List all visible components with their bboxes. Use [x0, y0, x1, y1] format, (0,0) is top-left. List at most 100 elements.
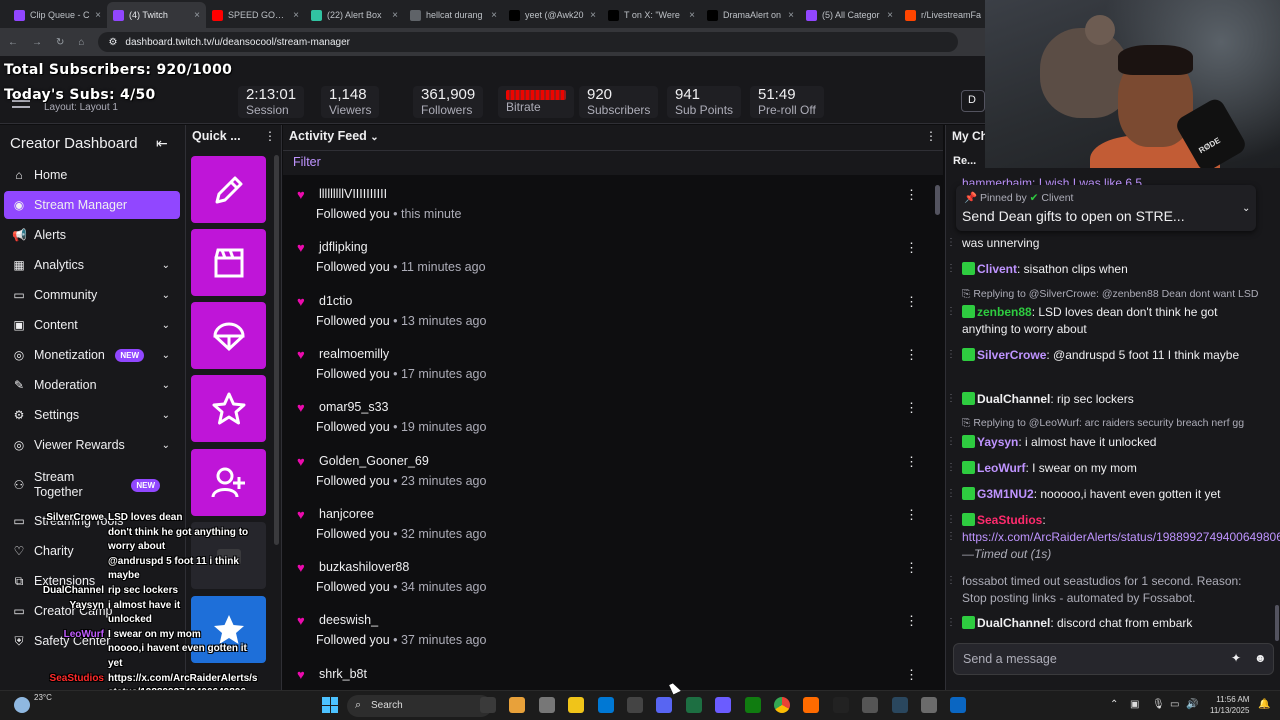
forward-icon[interactable]: → [32, 37, 42, 48]
quick-action-create-clip[interactable] [191, 229, 266, 296]
feed-item[interactable]: ♥ realmoemilly ⋮ Followed you • 17 minutes … [283, 345, 923, 398]
layout-label[interactable]: Layout: Layout 1 [44, 102, 118, 113]
chat-message[interactable]: zenben88: LSD loves dean don't think he … [962, 304, 1262, 338]
taskbar-clock[interactable]: 11:56 AM 11/13/2025 [1210, 694, 1249, 716]
tab-close-icon[interactable]: × [689, 10, 695, 21]
chat-message[interactable]: Clivent: sisathon clips when [962, 261, 1262, 278]
feed-item-more-icon[interactable]: ⋮ [905, 454, 918, 470]
chat-scrollbar[interactable] [1275, 605, 1279, 641]
chat-username[interactable]: Clivent [977, 262, 1017, 276]
feed-item-more-icon[interactable]: ⋮ [905, 613, 918, 629]
site-info-icon[interactable]: ⚙ [108, 37, 117, 48]
sidebar-item-content[interactable]: ▣ Content ⌄ [4, 311, 180, 339]
obs-icon[interactable] [862, 697, 879, 713]
pinned-message[interactable]: 📌 Pinned by ✔ Clivent Send Dean gifts to… [956, 185, 1256, 231]
chat-message[interactable]: SeaStudios: [962, 512, 1262, 529]
chat-reply-context[interactable]: ⎘ Replying to @LeoWurf: arc raiders secu… [962, 417, 1262, 430]
chat-message[interactable]: fossabot timed out seastudios for 1 seco… [962, 573, 1262, 607]
feed-item-more-icon[interactable]: ⋮ [905, 667, 918, 683]
network-icon[interactable]: ▭ [1170, 699, 1179, 710]
browser-tab[interactable]: SPEED GOES F × [206, 2, 305, 28]
notepad-icon[interactable] [950, 697, 967, 713]
filter-button[interactable]: Filter [293, 155, 321, 169]
sidebar-item-community[interactable]: ▭ Community ⌄ [4, 281, 180, 309]
feed-item-more-icon[interactable]: ⋮ [905, 294, 918, 310]
feed-item[interactable]: ♥ lllllllllVIIIIIIIIII ⋮ Followed you • thi… [283, 185, 923, 238]
browser-tab[interactable]: (5) All Categor × [800, 2, 899, 28]
quick-actions-scrollbar[interactable] [274, 155, 279, 545]
sidebar-item-moderation[interactable]: ✎ Moderation ⌄ [4, 371, 180, 399]
stat-bitrate[interactable]: Bitrate [498, 86, 574, 118]
discord-icon[interactable] [656, 697, 673, 713]
weather-widget[interactable]: 23°C [34, 693, 52, 703]
chat-message-input[interactable]: Send a message ✦ ☻ [953, 643, 1274, 675]
emote-icon[interactable]: ☻ [1254, 651, 1267, 665]
ccleaner-icon[interactable] [832, 697, 849, 713]
activity-feed-scrollbar[interactable] [935, 185, 940, 215]
chat-username[interactable]: LeoWurf [977, 461, 1025, 475]
chat-username[interactable]: SilverCrowe [977, 348, 1046, 362]
browser-tab[interactable]: (22) Alert Box × [305, 2, 404, 28]
quick-action-feature-star[interactable] [191, 375, 266, 442]
browser-tab[interactable]: yeet (@Awk20 × [503, 2, 602, 28]
tab-close-icon[interactable]: × [491, 10, 497, 21]
feed-item[interactable]: ♥ hanjcoree ⋮ Followed you • 32 minutes ago [283, 505, 923, 558]
feed-username[interactable]: buzkashilover88 [319, 560, 409, 574]
tab-close-icon[interactable]: × [590, 10, 596, 21]
chat-message[interactable]: SilverCrowe: @andruspd 5 foot 11 I think… [962, 347, 1262, 364]
quick-actions-more-icon[interactable]: ⋮ [264, 129, 276, 143]
tab-close-icon[interactable]: × [95, 10, 101, 21]
home-icon[interactable]: ⌂ [78, 37, 84, 48]
url-field[interactable]: ⚙ dashboard.twitch.tv/u/deansocool/strea… [98, 32, 959, 52]
sidebar-item-analytics[interactable]: ▦ Analytics ⌄ [4, 251, 180, 279]
tab-close-icon[interactable]: × [293, 10, 299, 21]
feed-username[interactable]: deeswish_ [319, 613, 378, 627]
sidebar-item-stream-manager[interactable]: ◉ Stream Manager [4, 191, 180, 219]
chat-username[interactable]: SeaStudios [977, 513, 1042, 527]
photos-icon[interactable] [509, 697, 526, 713]
feed-item-more-icon[interactable]: ⋮ [905, 347, 918, 363]
browser-tab[interactable]: DramaAlert on × [701, 2, 800, 28]
microphone-icon[interactable]: 🎙 [1152, 699, 1165, 710]
sidebar-item-settings[interactable]: ⚙ Settings ⌄ [4, 401, 180, 429]
chat-username[interactable]: Yaysyn [977, 435, 1018, 449]
feed-username[interactable]: realmoemilly [319, 347, 389, 361]
stat-sub-points[interactable]: 941 Sub Points [667, 86, 742, 118]
collapse-sidebar-icon[interactable]: ⇤ [156, 135, 168, 152]
chat-message[interactable]: G3M1NU2: nooooo,i havent even gotten it … [962, 486, 1262, 503]
volume-icon[interactable]: 🔊 [1186, 699, 1198, 710]
feed-item[interactable]: ♥ buzkashilover88 ⋮ Followed you • 34 minut… [283, 558, 923, 611]
steam-icon[interactable] [891, 697, 908, 713]
tab-close-icon[interactable]: × [887, 10, 893, 21]
chevron-down-icon[interactable]: ⌄ [1242, 203, 1250, 214]
feed-username[interactable]: jdflipking [319, 240, 368, 254]
feed-item-more-icon[interactable]: ⋮ [905, 560, 918, 576]
sidebar-item-home[interactable]: ⌂ Home [4, 161, 180, 189]
terminal-icon[interactable] [538, 697, 555, 713]
chat-message[interactable]: was unnerving [962, 235, 1262, 252]
feed-item[interactable]: ♥ d1ctio ⋮ Followed you • 13 minutes ago [283, 292, 923, 345]
xbox-icon[interactable] [744, 697, 761, 713]
sidebar-item-stream-together[interactable]: ⚇ Stream Together NEW [4, 467, 180, 503]
excel-icon[interactable] [685, 697, 702, 713]
feed-username[interactable]: Golden_Gooner_69 [319, 454, 429, 468]
feed-username[interactable]: omar95_s33 [319, 400, 389, 414]
settings-icon[interactable] [921, 697, 937, 713]
stat-session[interactable]: 2:13:01 Session [238, 86, 305, 118]
feed-item-more-icon[interactable]: ⋮ [905, 240, 918, 256]
stat-pre-roll-off[interactable]: 51:49 Pre-roll Off [750, 86, 824, 118]
reload-icon[interactable]: ↻ [56, 37, 64, 48]
chat-message[interactable]: DualChannel: rip sec lockers [962, 391, 1262, 408]
chat-username[interactable]: G3M1NU2 [977, 487, 1034, 501]
chrome-icon[interactable] [774, 697, 790, 713]
feed-username[interactable]: hanjcoree [319, 507, 374, 521]
browser-tab[interactable]: Clip Queue - C × [8, 2, 107, 28]
header-partial-button[interactable]: D [961, 90, 985, 112]
tray-overflow-icon[interactable]: ⌃ [1110, 699, 1118, 710]
sidebar-item-alerts[interactable]: 📢 Alerts [4, 221, 180, 249]
feed-username[interactable]: lllllllllVIIIIIIIIII [319, 187, 387, 201]
browser-tab[interactable]: (4) Twitch × [107, 2, 206, 28]
chat-message[interactable]: https://x.com/ArcRaiderAlerts/status/198… [962, 529, 1280, 563]
feed-username[interactable]: shrk_b8t [319, 667, 367, 681]
weather-icon[interactable] [14, 697, 30, 713]
